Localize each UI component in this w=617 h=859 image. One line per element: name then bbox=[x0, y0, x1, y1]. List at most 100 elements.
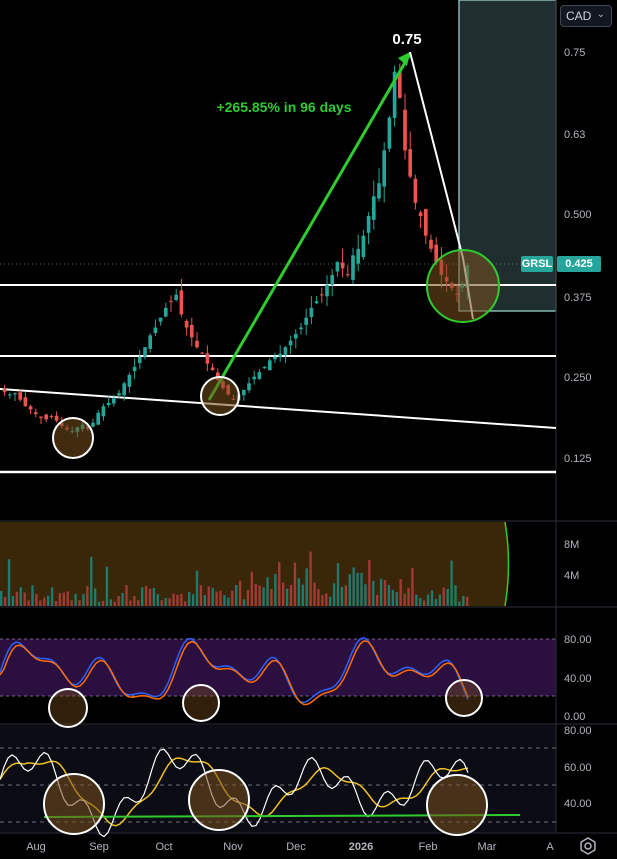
volume-bar bbox=[329, 596, 332, 606]
candle-body[interactable] bbox=[319, 294, 324, 296]
candle-body[interactable] bbox=[283, 347, 288, 355]
candle-body[interactable] bbox=[356, 248, 361, 264]
candle-body[interactable] bbox=[158, 317, 163, 322]
candle-body[interactable] bbox=[44, 414, 49, 420]
candle-body[interactable] bbox=[314, 301, 319, 304]
candle-body[interactable] bbox=[403, 109, 407, 151]
candle-body[interactable] bbox=[382, 150, 387, 187]
candle-body[interactable] bbox=[54, 415, 59, 421]
volume-bar bbox=[415, 594, 418, 606]
candle-body[interactable] bbox=[184, 320, 189, 328]
volume-bar bbox=[180, 593, 183, 606]
candle-body[interactable] bbox=[163, 307, 168, 317]
candle-body[interactable] bbox=[325, 284, 329, 297]
candle-body[interactable] bbox=[179, 290, 184, 315]
candle-body[interactable] bbox=[137, 357, 142, 364]
candle-body[interactable] bbox=[153, 327, 158, 334]
bottom-circle-nov[interactable] bbox=[200, 376, 240, 416]
currency-select[interactable]: CAD ⌄ bbox=[560, 5, 612, 27]
candle-body[interactable] bbox=[2, 388, 7, 392]
candle-body[interactable] bbox=[101, 406, 106, 417]
candle-body[interactable] bbox=[429, 239, 433, 249]
candle-body[interactable] bbox=[257, 372, 262, 380]
candle-body[interactable] bbox=[371, 196, 376, 220]
rsi-circle-feb[interactable] bbox=[426, 774, 488, 836]
candle-body[interactable] bbox=[423, 209, 428, 236]
volume-bar bbox=[137, 600, 140, 606]
candle-body[interactable] bbox=[278, 353, 283, 357]
stoch-tick: 40.00 bbox=[564, 673, 592, 685]
candle-body[interactable] bbox=[288, 340, 293, 346]
candle-body[interactable] bbox=[106, 402, 111, 406]
candle-body[interactable] bbox=[49, 415, 54, 417]
volume-bar bbox=[62, 592, 66, 606]
candle-body[interactable] bbox=[200, 352, 205, 354]
rsi-circle-aug[interactable] bbox=[43, 773, 105, 835]
candle-body[interactable] bbox=[148, 335, 153, 349]
candle-body[interactable] bbox=[418, 212, 423, 216]
candle-body[interactable] bbox=[387, 117, 392, 149]
candle-body[interactable] bbox=[252, 376, 257, 380]
candle-body[interactable] bbox=[293, 334, 298, 339]
candle-body[interactable] bbox=[174, 294, 179, 301]
candle-body[interactable] bbox=[117, 393, 121, 396]
candle-body[interactable] bbox=[377, 183, 381, 199]
candle-body[interactable] bbox=[18, 392, 23, 400]
candle-body[interactable] bbox=[210, 367, 215, 371]
stoch-circle-feb[interactable] bbox=[445, 679, 483, 717]
candle-body[interactable] bbox=[111, 398, 116, 404]
candle-body[interactable] bbox=[189, 324, 194, 338]
volume-bar bbox=[148, 588, 152, 606]
ticker-badge[interactable]: GRSL bbox=[521, 256, 553, 272]
stoch-circle-aug[interactable] bbox=[48, 688, 88, 728]
candle-body[interactable] bbox=[273, 357, 277, 360]
candle-body[interactable] bbox=[361, 235, 366, 258]
candle-body[interactable] bbox=[127, 374, 132, 387]
candle-body[interactable] bbox=[205, 353, 210, 364]
candle-body[interactable] bbox=[96, 412, 101, 425]
candle-body[interactable] bbox=[169, 300, 173, 302]
candle-body[interactable] bbox=[335, 261, 340, 272]
time-label: Nov bbox=[223, 841, 243, 853]
volume-bar bbox=[450, 560, 453, 606]
candle-body[interactable] bbox=[195, 340, 199, 348]
candle-body[interactable] bbox=[330, 275, 335, 285]
candle-body[interactable] bbox=[33, 412, 38, 415]
candle-body[interactable] bbox=[366, 216, 371, 233]
candle-body[interactable] bbox=[247, 383, 251, 391]
stoch-tick: 0.00 bbox=[564, 711, 585, 723]
volume-bar bbox=[442, 587, 445, 606]
volume-bar bbox=[340, 586, 344, 606]
candle-body[interactable] bbox=[351, 255, 355, 280]
candle-body[interactable] bbox=[143, 347, 147, 357]
chart-canvas[interactable]: 0.75 +265.85% in 96 days 0.75 0.63 0.500… bbox=[0, 0, 617, 859]
candle-body[interactable] bbox=[413, 178, 418, 203]
bottom-circle-aug[interactable] bbox=[52, 417, 94, 459]
candle-body[interactable] bbox=[91, 422, 95, 427]
volume-bar bbox=[282, 582, 285, 606]
stoch-circle-nov[interactable] bbox=[182, 684, 220, 722]
candle-body[interactable] bbox=[39, 416, 43, 419]
candle-body[interactable] bbox=[122, 383, 127, 396]
candle-body[interactable] bbox=[408, 149, 413, 177]
volume-bar bbox=[458, 601, 461, 606]
candle-body[interactable] bbox=[304, 317, 309, 325]
candle-body[interactable] bbox=[262, 366, 267, 369]
candle-body[interactable] bbox=[13, 393, 17, 395]
settings-gear-icon[interactable] bbox=[578, 836, 598, 856]
candle-body[interactable] bbox=[340, 262, 345, 269]
current-zone-circle[interactable] bbox=[426, 249, 500, 323]
volume-bar bbox=[172, 593, 175, 606]
candle-body[interactable] bbox=[7, 394, 12, 396]
candle-body[interactable] bbox=[241, 389, 246, 396]
volume-bar bbox=[305, 568, 308, 606]
candle-body[interactable] bbox=[23, 397, 28, 407]
candle-body[interactable] bbox=[28, 406, 33, 410]
volume-bar bbox=[207, 586, 210, 606]
candle-body[interactable] bbox=[267, 360, 272, 371]
candle-body[interactable] bbox=[309, 307, 314, 318]
candle-body[interactable] bbox=[345, 274, 350, 276]
candle-body[interactable] bbox=[132, 366, 137, 372]
rsi-circle-nov[interactable] bbox=[188, 769, 250, 831]
candle-body[interactable] bbox=[299, 327, 303, 330]
